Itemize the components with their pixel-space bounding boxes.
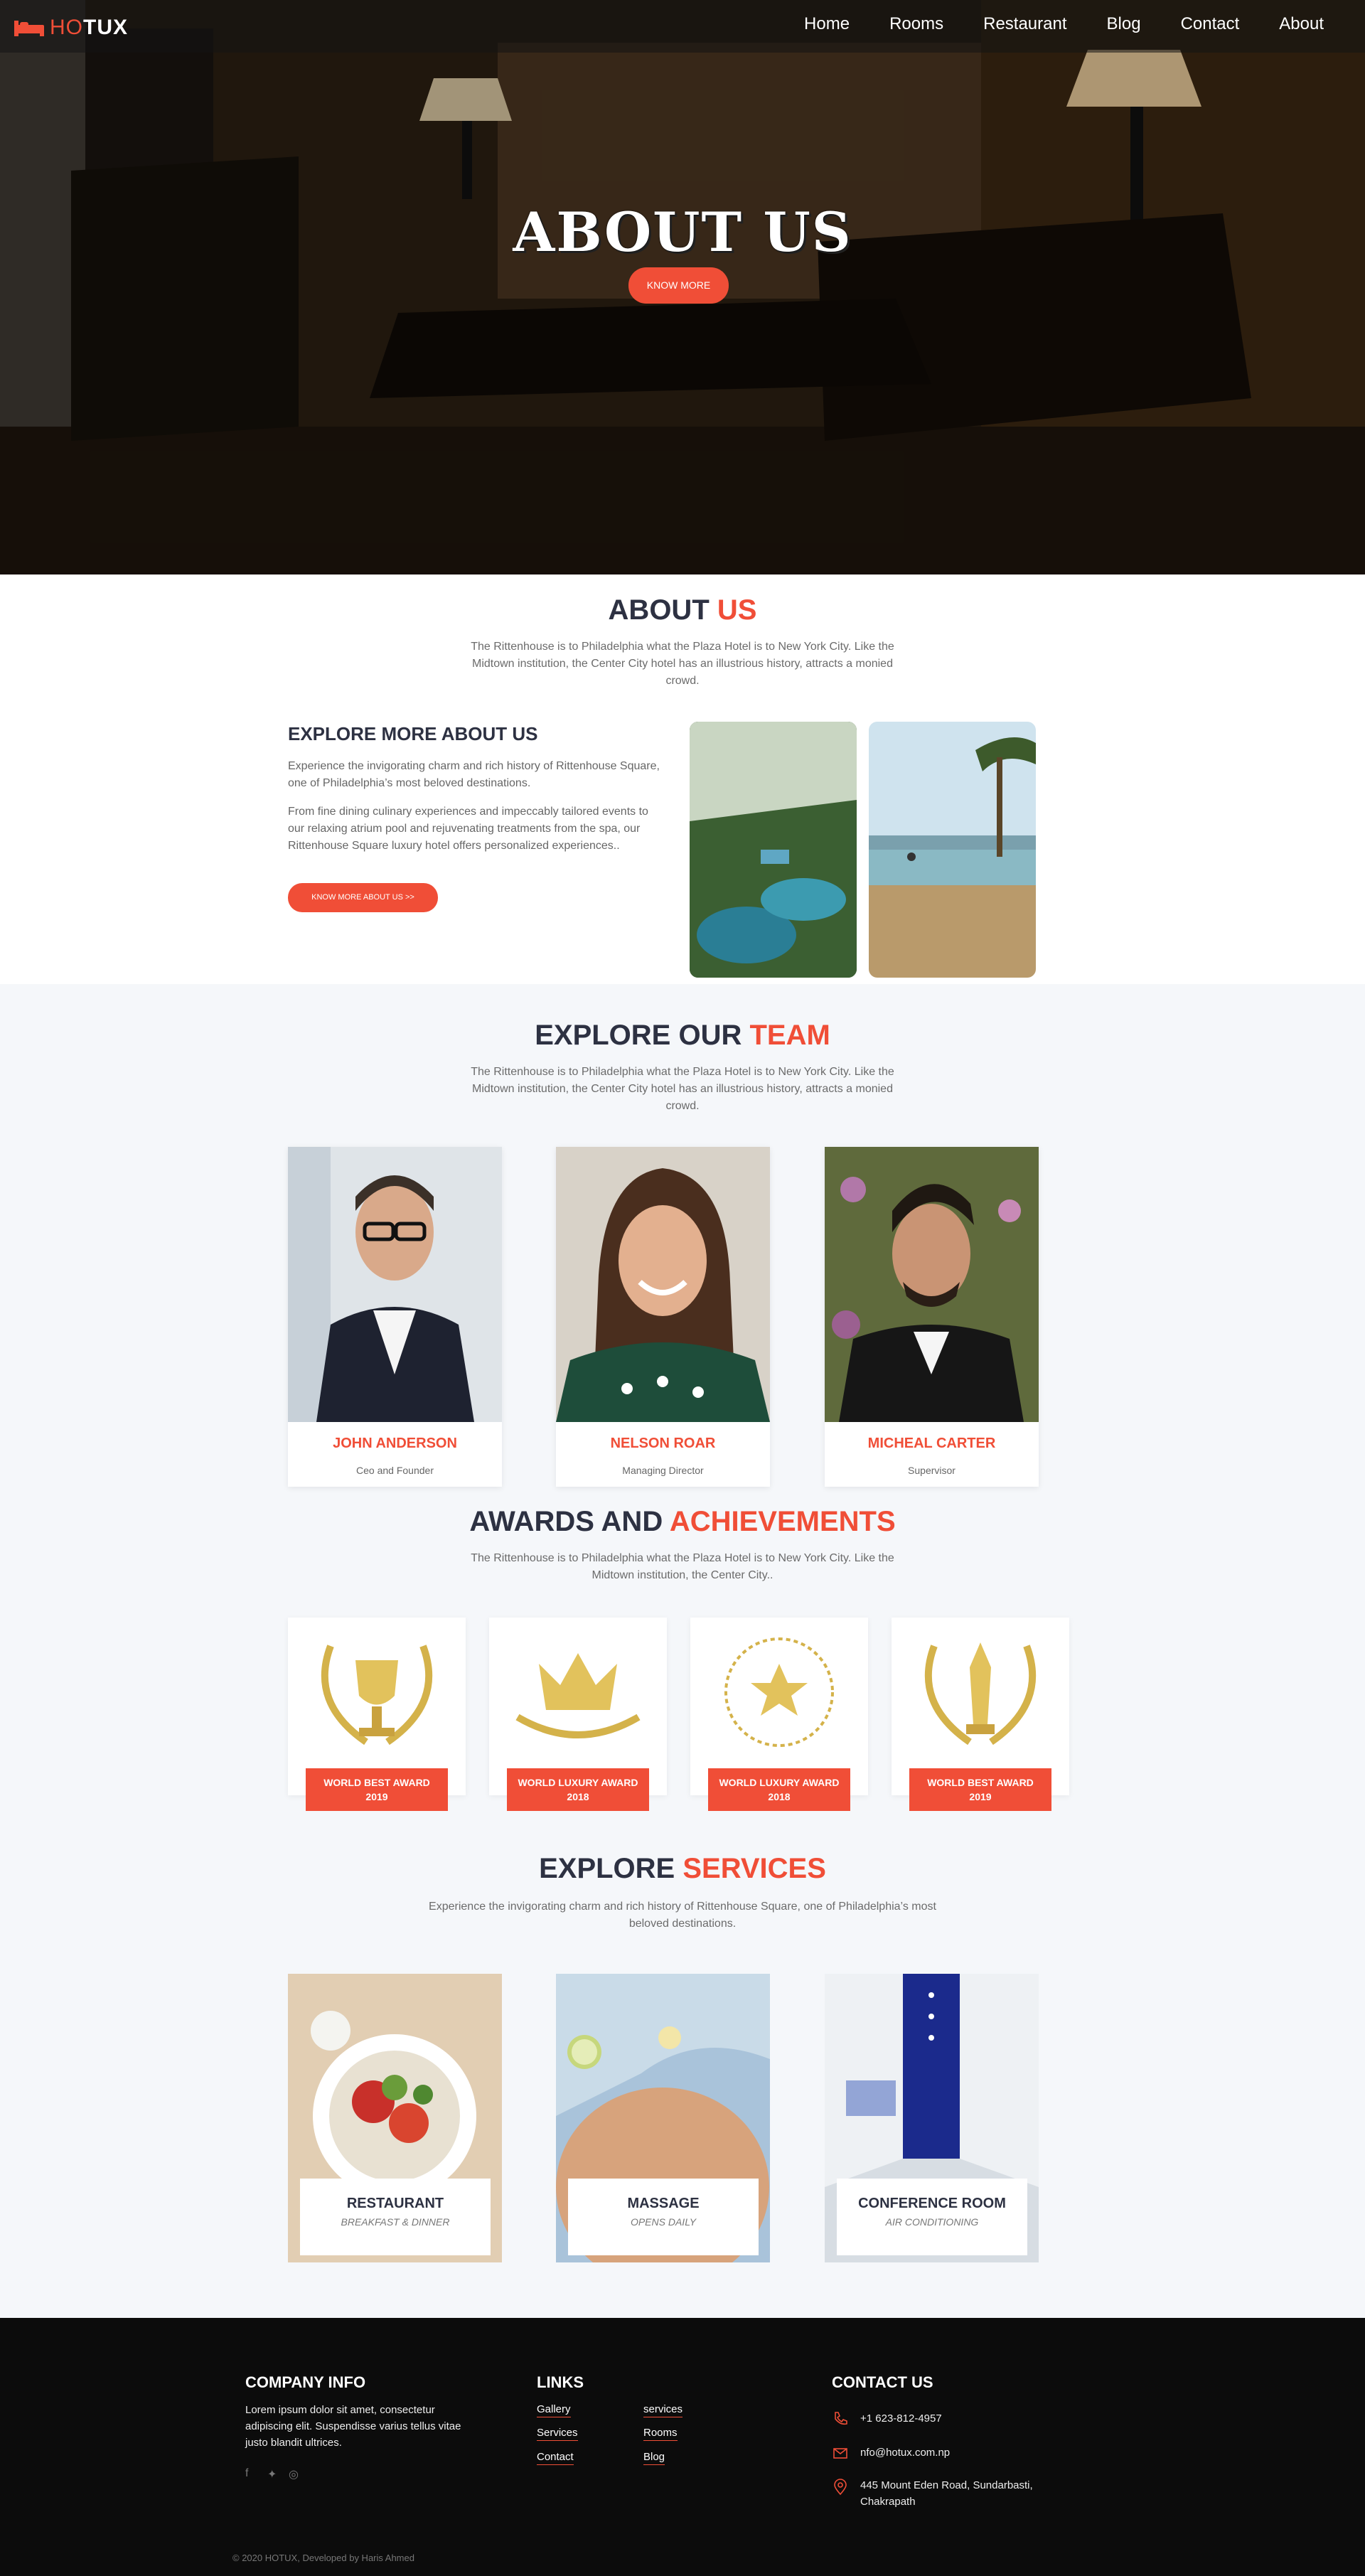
crown-icon [515, 1653, 641, 1738]
logo[interactable]: HOTUX [13, 16, 128, 40]
service-caption: MASSAGE OPENS DAILY [568, 2179, 759, 2255]
award-card: WORLD BEST AWARD 2019 [288, 1618, 466, 1811]
service-card-conference[interactable]: CONFERENCE ROOM AIR CONDITIONING [825, 1974, 1039, 2262]
service-caption: CONFERENCE ROOM AIR CONDITIONING [837, 2179, 1027, 2255]
footer-link-rooms[interactable]: Rooms [643, 2427, 678, 2441]
about-description: The Rittenhouse is to Philadelphia what … [471, 641, 894, 687]
team-card[interactable]: MICHEAL CARTER Supervisor [825, 1147, 1039, 1487]
footer-link-contact[interactable]: Contact [537, 2451, 574, 2465]
star-icon [724, 1637, 834, 1747]
contact-us-title: CONTACT US [832, 2373, 933, 2391]
service-card-restaurant[interactable]: RESTAURANT BREAKFAST & DINNER [288, 1974, 502, 2262]
team-card[interactable]: JOHN ANDERSON Ceo and Founder [288, 1147, 502, 1487]
member-name: MICHEAL CARTER [867, 1436, 996, 1451]
about-section [0, 574, 1365, 984]
contact-email[interactable]: nfo@hotux.com.np [860, 2444, 950, 2461]
contact-phone[interactable]: +1 623-812-4957 [860, 2410, 942, 2427]
awards-title: AWARDS AND ACHIEVEMENTS [469, 1506, 896, 1537]
location-icon [834, 2479, 847, 2496]
facebook-icon[interactable]: f [245, 2467, 248, 2480]
explore-paragraph-2: From fine dining culinary experiences an… [288, 806, 648, 852]
award-card: WORLD LUXURY AWARD 2018 [690, 1618, 868, 1811]
footer-link-services[interactable]: Services [537, 2427, 578, 2441]
footer-link-gallery[interactable]: Gallery [537, 2403, 571, 2417]
explore-paragraph-1: Experience the invigorating charm and ri… [288, 760, 660, 789]
company-info-title: COMPANY INFO [245, 2373, 366, 2391]
award-label: WORLD LUXURY AWARD 2018 [507, 1768, 649, 1811]
award-card: WORLD BEST AWARD 2019 [892, 1618, 1069, 1811]
service-subtitle: OPENS DAILY [630, 2216, 697, 2228]
nav-home[interactable]: Home [784, 14, 869, 34]
nav-about[interactable]: About [1259, 14, 1344, 34]
nav-rooms[interactable]: Rooms [869, 14, 963, 34]
email-icon [833, 2448, 847, 2459]
service-subtitle: BREAKFAST & DINNER [341, 2216, 450, 2228]
award-icon [924, 1642, 1037, 1746]
team-card[interactable]: NELSON ROAR Managing Director [556, 1147, 770, 1487]
know-more-about-us-button[interactable]: KNOW MORE ABOUT US >> [288, 883, 438, 912]
footer-link-blog[interactable]: Blog [643, 2451, 665, 2465]
john-anderson-photo [288, 1147, 502, 1422]
member-name: JOHN ANDERSON [333, 1436, 457, 1451]
instagram-icon[interactable]: ◎ [289, 2467, 299, 2481]
footer-link-services-2[interactable]: services [643, 2403, 683, 2417]
micheal-carter-photo [825, 1147, 1039, 1422]
bed-icon [14, 21, 44, 36]
hero-banner: ABOUT US KNOW MORE [0, 0, 1365, 574]
infinity-pool-image [869, 722, 1036, 978]
service-caption: RESTAURANT BREAKFAST & DINNER [300, 2179, 491, 2255]
service-name: RESTAURANT [346, 2196, 444, 2211]
footer [0, 2318, 1365, 2576]
member-role: Supervisor [908, 1465, 956, 1476]
awards-description: The Rittenhouse is to Philadelphia what … [471, 1552, 894, 1581]
award-label: WORLD BEST AWARD 2019 [909, 1768, 1051, 1811]
top-navbar: HOTUX Home Rooms Restaurant Blog Contact… [0, 0, 1365, 53]
copyright: © 2020 HOTUX, Developed by Haris Ahmed [232, 2553, 414, 2563]
member-role: Ceo and Founder [356, 1465, 434, 1476]
links-title: LINKS [537, 2373, 584, 2391]
contact-address: 445 Mount Eden Road, Sundarbasti, Chakra… [860, 2479, 1033, 2508]
explore-more-title: EXPLORE MORE ABOUT US [288, 723, 538, 744]
team-title: EXPLORE OUR TEAM [535, 1020, 830, 1051]
member-role: Managing Director [622, 1465, 704, 1476]
service-name: CONFERENCE ROOM [858, 2196, 1006, 2211]
team-description: The Rittenhouse is to Philadelphia what … [471, 1066, 894, 1112]
member-name: NELSON ROAR [610, 1436, 716, 1451]
service-subtitle: AIR CONDITIONING [885, 2216, 979, 2228]
about-title: ABOUT US [608, 594, 757, 626]
service-card-massage[interactable]: MASSAGE OPENS DAILY [556, 1974, 770, 2262]
resort-pool-image [690, 722, 857, 978]
trophy-icon [321, 1645, 433, 1746]
award-label: WORLD BEST AWARD 2019 [306, 1768, 448, 1811]
nav-blog[interactable]: Blog [1087, 14, 1161, 34]
nelson-roar-photo [556, 1147, 770, 1422]
nav-contact[interactable]: Contact [1161, 14, 1260, 34]
logo-text: HOTUX [50, 16, 128, 39]
phone-icon [835, 2412, 847, 2425]
award-label: WORLD LUXURY AWARD 2018 [708, 1768, 850, 1811]
twitter-icon[interactable]: ✦ [267, 2467, 277, 2481]
service-name: MASSAGE [627, 2196, 700, 2211]
hero-title: ABOUT US [513, 201, 852, 264]
company-info-text: Lorem ipsum dolor sit amet, consectetur … [245, 2404, 461, 2449]
nav-restaurant[interactable]: Restaurant [963, 14, 1086, 34]
main-menu: Home Rooms Restaurant Blog Contact About [784, 14, 1344, 34]
services-title: EXPLORE SERVICES [539, 1853, 826, 1884]
services-description: Experience the invigorating charm and ri… [429, 1901, 936, 1930]
award-card: WORLD LUXURY AWARD 2018 [489, 1618, 667, 1811]
know-more-button[interactable]: KNOW MORE [628, 267, 729, 304]
